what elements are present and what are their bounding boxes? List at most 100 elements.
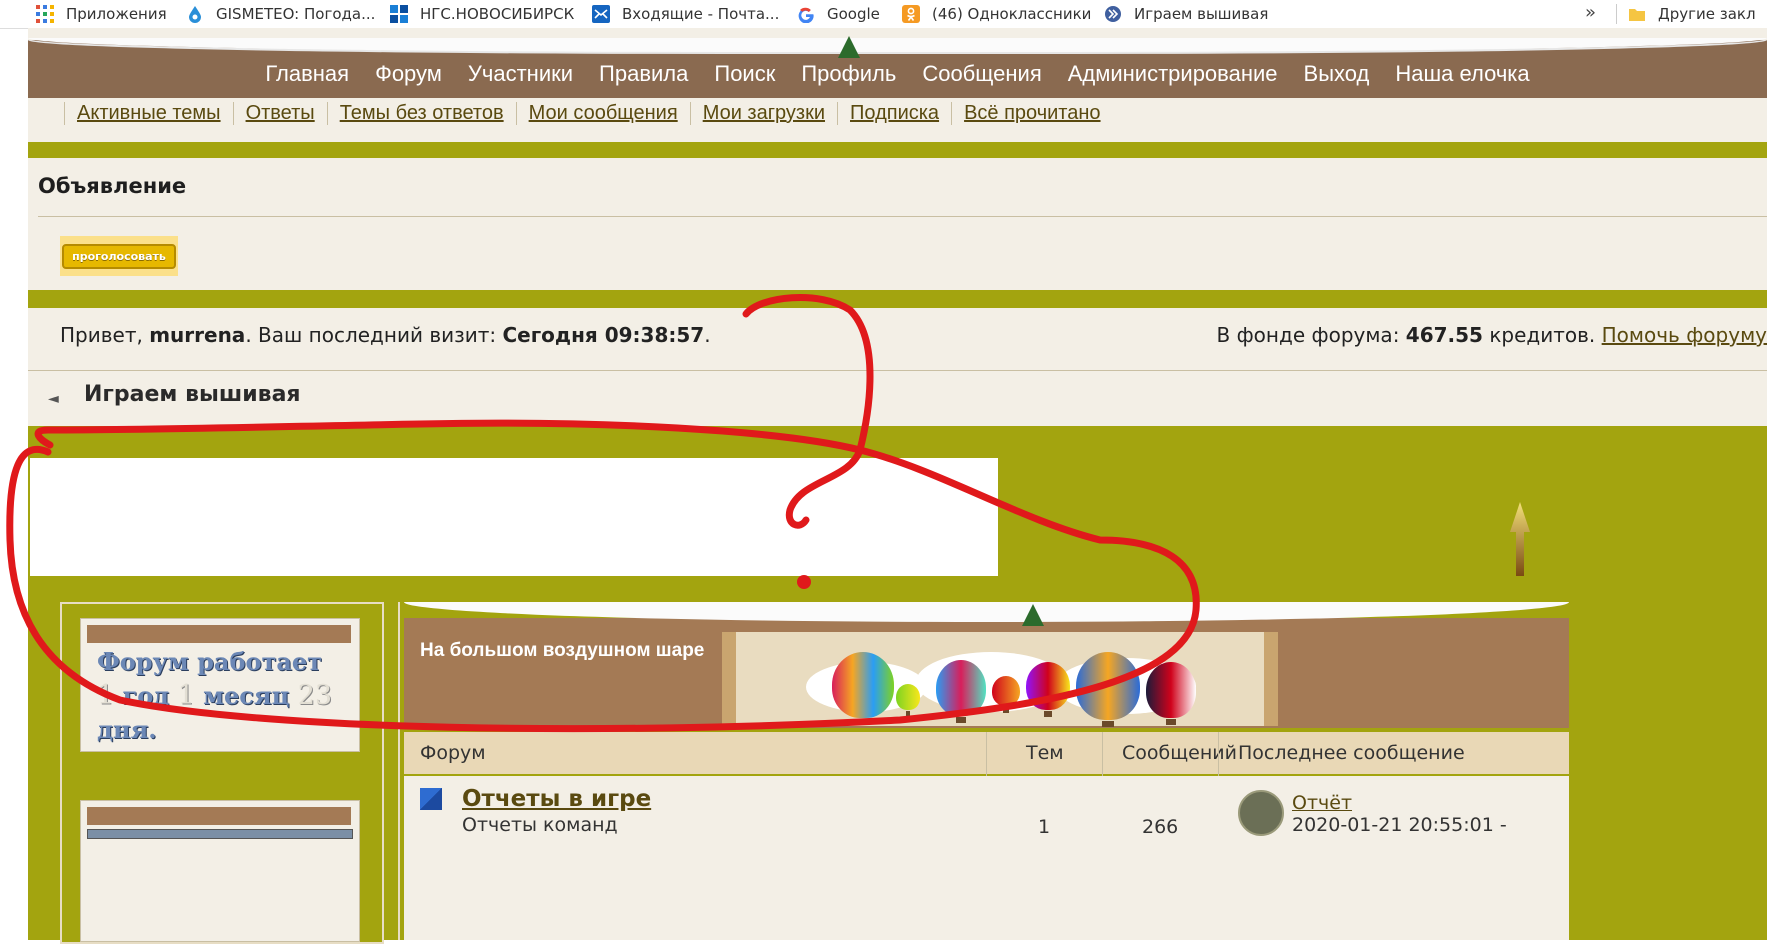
last-visit-end: . (704, 323, 710, 347)
nav-members[interactable]: Участники (468, 61, 573, 87)
forum-fund: В фонде форума: 467.55 кредитов. Помочь … (1217, 323, 1767, 347)
home-arrow-icon[interactable]: ◄ (48, 391, 59, 407)
forum-age-counter: Форум работает 1 год 1 месяц 23 дня. (80, 618, 360, 752)
nav-messages[interactable]: Сообщения (922, 61, 1041, 87)
bookmark-gismeteo[interactable]: GISMETEO: Погода... (186, 0, 375, 28)
breadcrumb-title[interactable]: Играем вышивая (84, 382, 301, 407)
posts-count: 266 (1142, 816, 1178, 838)
subnav-subscriptions[interactable]: Подписка (837, 102, 951, 125)
forum-content: Форум работает 1 год 1 месяц 23 дня. На … (28, 426, 1767, 940)
subnav-my-posts[interactable]: Мои сообщения (516, 102, 690, 125)
ngs-logo-icon (390, 5, 408, 23)
greeting-text: Привет, (60, 323, 149, 347)
last-visit-label: . Ваш последний визит: (245, 323, 502, 347)
main-navigation: Главная Форум Участники Правила Поиск Пр… (28, 40, 1767, 98)
subnav-unanswered[interactable]: Темы без ответов (327, 102, 516, 125)
divider (1616, 4, 1617, 24)
panel-header-strip (87, 625, 351, 643)
nav-rules[interactable]: Правила (599, 61, 688, 87)
username: murrena (149, 323, 245, 347)
announcement-box: Объявление проголосовать (28, 160, 1767, 300)
counter-days: 23 (298, 680, 332, 711)
bookmark-label: Другие закл (1658, 5, 1756, 23)
panel-header-strip (87, 807, 351, 825)
counter-word: месяц (195, 681, 298, 710)
empty-banner (30, 458, 998, 576)
counter-word: год (114, 681, 177, 710)
last-post-date: 2020-01-21 20:55:01 - (1292, 814, 1507, 836)
fund-unit: кредитов. (1483, 323, 1602, 347)
bookmark-label: НГС.НОВОСИБИРСК (420, 5, 574, 23)
bookmark-label: Приложения (66, 5, 167, 23)
gismeteo-drop-icon (186, 5, 204, 23)
fund-label: В фонде форума: (1217, 323, 1406, 347)
bookmark-label: Google (827, 5, 880, 23)
forum-favicon-icon (1104, 5, 1122, 23)
divider (38, 216, 1767, 217)
nav-our-tree[interactable]: Наша елочка (1395, 61, 1529, 87)
apps-grid-icon (36, 5, 54, 23)
widget-bar (87, 829, 353, 839)
google-g-icon (797, 5, 815, 23)
subnav-replies[interactable]: Ответы (233, 102, 327, 125)
bookmark-apps[interactable]: Приложения (36, 0, 167, 28)
nav-forum[interactable]: Форум (375, 61, 442, 87)
forum-status-icon (420, 788, 442, 810)
subnav-my-uploads[interactable]: Мои загрузки (690, 102, 837, 125)
category-title[interactable]: На большом воздушном шаре (420, 640, 704, 662)
counter-years: 1 (97, 680, 114, 711)
header-forum: Форум (420, 742, 486, 764)
divider (28, 290, 1767, 308)
nav-search[interactable]: Поиск (714, 61, 775, 87)
scroll-up-arrow-icon[interactable] (1510, 502, 1530, 576)
counter-months: 1 (178, 680, 195, 711)
bookmark-forum[interactable]: Играем вышивая (1104, 0, 1268, 28)
sidebar-panel: Форум работает 1 год 1 месяц 23 дня. (60, 602, 384, 944)
nav-home[interactable]: Главная (265, 61, 349, 87)
bookmark-ngs[interactable]: НГС.НОВОСИБИРСК (390, 0, 574, 28)
forum-page: Главная Форум Участники Правила Поиск Пр… (28, 28, 1767, 940)
help-forum-link[interactable]: Помочь форуму (1602, 323, 1767, 347)
bookmark-odnoklassniki[interactable]: (46) Одноклассники (902, 0, 1091, 28)
header-last-post: Последнее сообщение (1238, 742, 1465, 764)
forum-age-text: Форум работает 1 год 1 месяц 23 дня. (97, 645, 347, 747)
user-info-bar: Привет, murrena. Ваш последний визит: Се… (28, 311, 1767, 361)
bookmark-label: Входящие - Почта... (622, 5, 779, 23)
bookmark-google[interactable]: Google (797, 0, 880, 28)
bookmark-mail[interactable]: Входящие - Почта... (592, 0, 779, 28)
bookmark-other[interactable]: Другие закл (1628, 0, 1756, 28)
nav-admin[interactable]: Администрирование (1068, 61, 1278, 87)
sidebar-widget (80, 800, 360, 942)
bookmark-label: GISMETEO: Погода... (216, 5, 375, 23)
avatar[interactable] (1238, 790, 1284, 836)
forum-category: На большом воздушном шаре Форум Тем (398, 602, 1569, 940)
counter-word: дня. (97, 715, 157, 744)
christmas-tree-icon (1022, 604, 1044, 626)
vote-button-label: проголосовать (62, 244, 176, 269)
vote-button[interactable]: проголосовать (60, 236, 178, 276)
announcement-title: Объявление (38, 174, 186, 198)
greeting: Привет, murrena. Ваш последний визит: Се… (60, 323, 711, 347)
bookmark-label: Играем вышивая (1134, 5, 1268, 23)
nav-profile[interactable]: Профиль (801, 61, 896, 87)
fund-amount: 467.55 (1406, 323, 1483, 347)
forum-description: Отчеты команд (462, 814, 618, 836)
divider (28, 142, 1767, 158)
nav-logout[interactable]: Выход (1304, 61, 1370, 87)
bookmarks-overflow-button[interactable]: » (1585, 2, 1596, 23)
subnav-mark-all-read[interactable]: Всё прочитано (951, 102, 1112, 125)
last-post-link[interactable]: Отчёт (1292, 792, 1352, 814)
topics-count: 1 (1038, 816, 1050, 838)
bookmarks-bar: Приложения GISMETEO: Погода... НГС.НОВОС… (0, 0, 1767, 29)
snow-decoration (404, 602, 1569, 622)
sub-navigation: Активные темы Ответы Темы без ответов Мо… (28, 98, 1767, 138)
header-topics: Тем (1026, 742, 1064, 764)
bookmark-label: (46) Одноклассники (932, 5, 1091, 23)
odnoklassniki-icon (902, 5, 920, 23)
counter-word: Форум работает (97, 647, 322, 676)
subnav-active-topics[interactable]: Активные темы (64, 102, 233, 125)
category-header: На большом воздушном шаре (404, 618, 1569, 728)
header-posts: Сообщений (1122, 742, 1237, 764)
balloons-banner-image (722, 632, 1278, 726)
forum-name-link[interactable]: Отчеты в игре (462, 786, 651, 812)
